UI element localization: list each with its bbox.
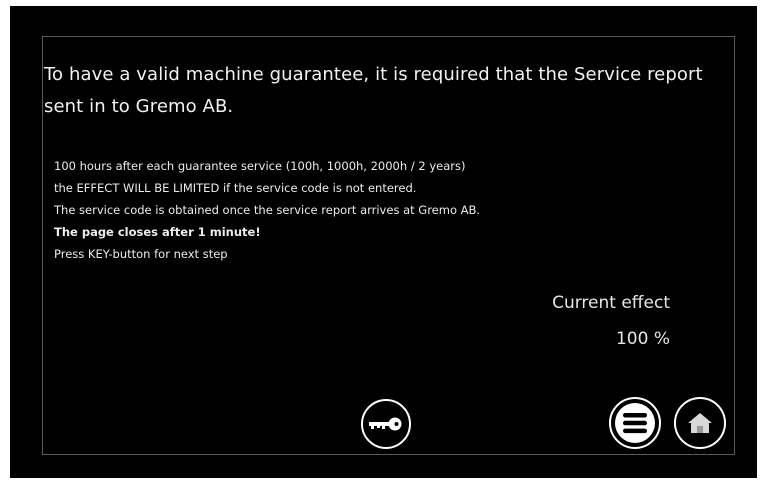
info-line-1: 100 hours after each guarantee service (… [54,159,466,173]
info-line-5: Press KEY-button for next step [54,247,228,261]
menu-button[interactable] [609,397,661,449]
info-line-2: the EFFECT WILL BE LIMITED if the servic… [54,181,417,195]
key-button[interactable] [361,399,411,449]
key-icon [369,417,402,431]
current-effect-label: Current effect [552,293,670,313]
service-info: 100 hours after each guarantee service (… [54,155,480,265]
menu-icon [615,403,655,443]
page-close-warning: The page closes after 1 minute! [54,225,261,239]
home-icon [688,413,712,433]
display-screen: To have a valid machine guarantee, it is… [10,6,757,478]
info-line-3: The service code is obtained once the se… [54,203,481,217]
current-effect-value: 100 % [615,329,670,349]
guarantee-headline: To have a valid machine guarantee, it is… [44,64,703,117]
service-notice-panel: To have a valid machine guarantee, it is… [42,36,735,455]
home-button[interactable] [674,397,726,449]
